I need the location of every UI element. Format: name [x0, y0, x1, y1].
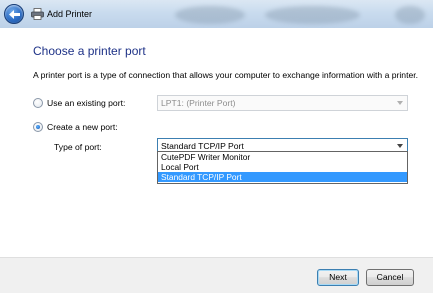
port-type-value: Standard TCP/IP Port — [161, 141, 244, 151]
existing-port-label: Use an existing port: — [47, 98, 126, 108]
existing-port-radio-row[interactable]: Use an existing port: — [33, 97, 125, 109]
existing-port-select: LPT1: (Printer Port) — [157, 95, 408, 111]
chevron-down-icon[interactable] — [397, 144, 403, 148]
page-description: A printer port is a type of connection t… — [33, 70, 419, 80]
new-port-radio[interactable] — [33, 122, 43, 132]
chevron-down-icon — [397, 101, 403, 105]
page-title: Choose a printer port — [33, 44, 146, 58]
new-port-label: Create a new port: — [47, 122, 118, 132]
back-arrow-icon — [9, 10, 20, 19]
new-port-radio-row[interactable]: Create a new port: — [33, 121, 118, 133]
title-bar: Add Printer — [0, 0, 433, 28]
port-type-label: Type of port: — [54, 142, 102, 152]
title-bar-decoration — [395, 6, 425, 24]
title-bar-decoration — [175, 6, 245, 24]
back-button[interactable] — [4, 4, 24, 24]
port-type-option-selected[interactable]: Standard TCP/IP Port — [158, 172, 407, 182]
port-type-option[interactable]: CutePDF Writer Monitor — [158, 152, 407, 162]
port-type-dropdown-list: CutePDF Writer Monitor Local Port Standa… — [157, 151, 408, 184]
next-button[interactable]: Next — [317, 269, 359, 286]
printer-icon — [31, 8, 44, 20]
port-type-option[interactable]: Local Port — [158, 162, 407, 172]
title-bar-decoration — [265, 6, 360, 24]
existing-port-value: LPT1: (Printer Port) — [161, 98, 236, 108]
cancel-button[interactable]: Cancel — [366, 269, 414, 286]
existing-port-radio[interactable] — [33, 98, 43, 108]
window-title: Add Printer — [47, 9, 93, 19]
